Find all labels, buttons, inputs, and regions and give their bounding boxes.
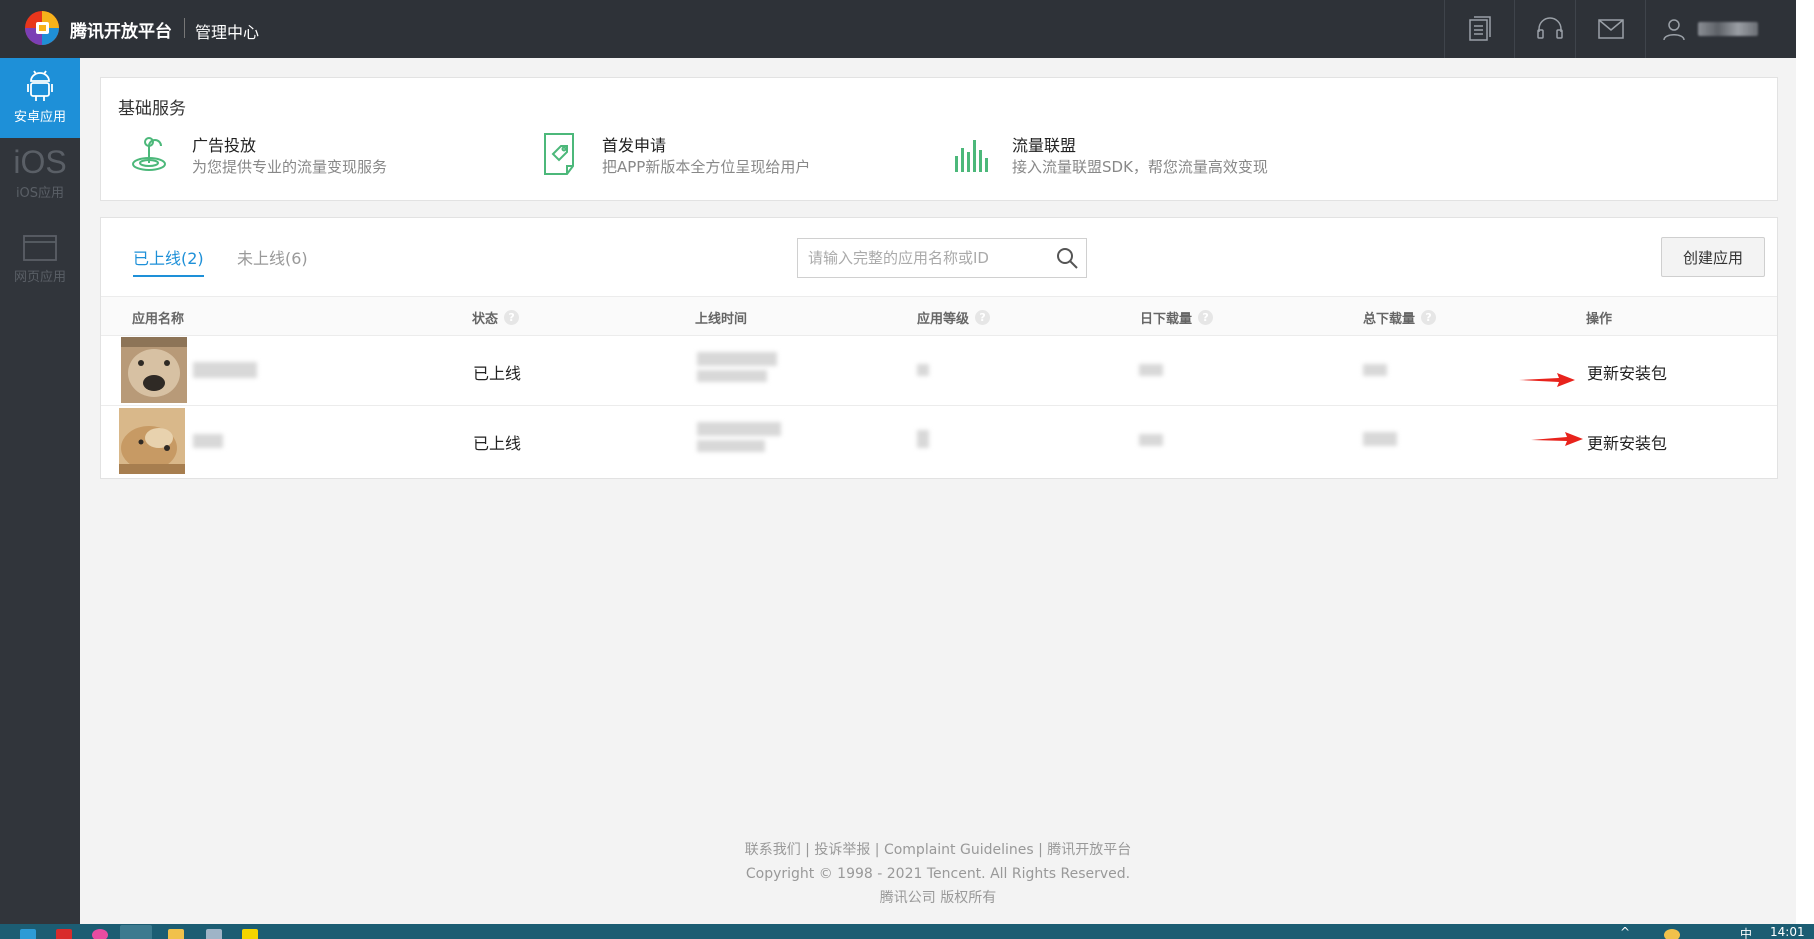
column-header-total-downloads[interactable]: 总下载量? [1363,308,1437,327]
service-desc: 接入流量联盟SDK，帮您流量高效变现 [1012,158,1268,176]
footer-link-report[interactable]: 投诉举报 [814,842,870,858]
messages-button[interactable] [1575,0,1645,58]
clock[interactable]: 14:01 [1770,925,1805,939]
column-header-daily-downloads[interactable]: 日下载量? [1140,308,1214,327]
sidebar-item-label: iOS应用 [15,186,65,201]
online-time-redacted [697,422,781,436]
service-name: 首发申请 [602,136,667,155]
service-name: 广告投放 [192,136,257,155]
folder-icon[interactable] [168,929,184,939]
tab-offline[interactable]: 未上线(6) [237,245,308,275]
mail-icon [1597,19,1624,39]
ime-indicator[interactable]: 中 [1740,925,1752,939]
footer-link-open-platform[interactable]: 腾讯开放平台 [1047,842,1131,858]
document-icon [1468,16,1491,41]
red-arrow-annotation [1519,373,1575,387]
ios-icon: iOS [13,144,67,180]
app-name-redacted[interactable] [193,434,223,448]
brand-name[interactable]: 腾讯开放平台 [70,17,172,42]
help-icon[interactable]: ? [1198,310,1214,325]
headset-icon [1536,17,1563,39]
table-row: 已上线 更新安装包 [101,336,1777,406]
online-time-redacted [697,352,777,366]
app-thumbnail[interactable] [121,337,187,403]
top-bar: 腾讯开放平台 管理中心 [0,0,1796,58]
app-thumbnail[interactable] [119,408,185,474]
online-time-redacted [697,370,767,382]
app-status: 已上线 [473,364,522,383]
tray-app-icon[interactable] [1664,929,1680,939]
tag-document-icon [544,133,574,175]
sidebar: 安卓应用 iOS iOS应用 网页应用 [0,58,80,924]
sidebar-item-label: 网页应用 [13,270,66,285]
daily-downloads-redacted [1139,434,1163,446]
search-icon[interactable] [1056,247,1078,269]
footer-owner: 腾讯公司 版权所有 [879,890,997,906]
sidebar-item-label: 安卓应用 [13,110,66,125]
user-name-redacted [1698,22,1758,36]
tab-online[interactable]: 已上线(2) [133,245,204,277]
taskbar-app-icon[interactable] [56,929,72,939]
android-icon [27,70,53,101]
app-level-redacted [917,364,929,376]
scrollbar-track[interactable] [1796,0,1814,924]
app-name-redacted[interactable] [193,362,257,378]
total-downloads-redacted [1363,432,1397,446]
service-desc: 为您提供专业的流量变现服务 [192,158,388,176]
sidebar-item-ios[interactable]: iOS iOS应用 [0,138,80,218]
browser-window-icon [23,235,57,261]
service-name: 流量联盟 [1012,136,1077,155]
total-downloads-redacted [1363,364,1387,376]
search-input[interactable] [808,247,1048,269]
taskbar-app-icon[interactable] [92,929,108,939]
docs-button[interactable] [1444,0,1514,58]
services-title: 基础服务 [118,99,186,119]
tencent-logo[interactable] [22,8,62,48]
footer: 联系我们 | 投诉举报 | Complaint Guidelines | 腾讯开… [80,838,1796,910]
support-button[interactable] [1514,0,1584,58]
taskbar-app-icon[interactable] [242,929,258,939]
footer-copyright: Copyright © 1998 - 2021 Tencent. All Rig… [745,866,1131,882]
apps-panel: 已上线(2) 未上线(6) 创建应用 应用名称 状态? 上线时间 应用等级? 日… [100,217,1778,479]
update-package-link[interactable]: 更新安装包 [1587,430,1667,454]
footer-link-complaint-guidelines[interactable]: Complaint Guidelines [884,842,1034,858]
app-status: 已上线 [473,434,522,453]
footer-link-contact[interactable]: 联系我们 [745,842,801,858]
help-icon[interactable]: ? [1421,310,1437,325]
footer-links: 联系我们 | 投诉举报 | Complaint Guidelines | 腾讯开… [744,842,1132,858]
create-app-button[interactable]: 创建应用 [1661,237,1765,277]
taskbar-app-icon[interactable] [206,929,222,939]
brand-divider [184,18,185,38]
red-arrow-annotation [1531,432,1583,446]
app-level-redacted [917,430,929,448]
help-icon[interactable]: ? [504,310,520,325]
online-time-redacted [697,440,765,452]
os-taskbar: ^ 中 14:01 [0,924,1814,939]
page-title: 管理中心 [195,23,260,42]
column-header-app-level[interactable]: 应用等级? [917,308,991,327]
update-package-link[interactable]: 更新安装包 [1587,360,1667,384]
column-header-online-time[interactable]: 上线时间 [695,308,747,327]
user-menu[interactable] [1645,0,1796,58]
column-header-app-name[interactable]: 应用名称 [132,308,184,327]
user-icon [1663,19,1685,41]
table-header: 应用名称 状态? 上线时间 应用等级? 日下载量? 总下载量? 操作 [101,296,1777,336]
basic-services-panel: 基础服务 广告投放 为您提供专业的流量变现服务 首发申请 把APP新版本全方位呈… [100,77,1778,201]
ad-placement-icon [132,137,166,171]
chevron-up-icon[interactable]: ^ [1620,925,1630,939]
bar-chart-icon [955,140,988,172]
taskbar-app-icon[interactable] [120,925,152,939]
service-desc: 把APP新版本全方位呈现给用户 [602,158,811,176]
table-row: 已上线 更新安装包 [101,406,1777,476]
search-box [797,238,1087,278]
sidebar-item-android[interactable]: 安卓应用 [0,58,80,138]
help-icon[interactable]: ? [975,310,991,325]
column-header-actions: 操作 [1586,312,1613,327]
taskbar-app-icon[interactable] [20,929,36,939]
column-header-status[interactable]: 状态? [472,308,520,327]
sidebar-item-web[interactable]: 网页应用 [0,218,80,298]
daily-downloads-redacted [1139,364,1163,376]
